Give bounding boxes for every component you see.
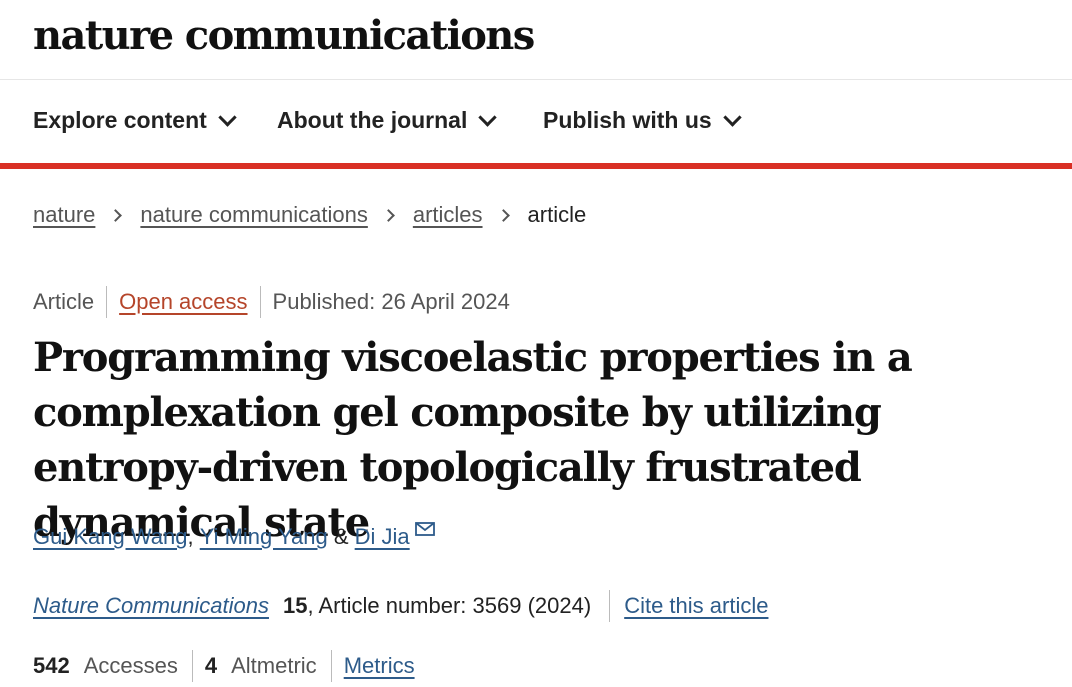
breadcrumb-nature-communications[interactable]: nature communications <box>140 202 367 228</box>
divider <box>330 650 332 682</box>
breadcrumb-nature[interactable]: nature <box>33 202 95 228</box>
journal-citation: Nature Communications 15 , Article numbe… <box>33 590 768 622</box>
divider <box>609 590 611 622</box>
altmetric-count: 4 <box>204 653 218 678</box>
nav-explore-content[interactable]: Explore content <box>33 107 237 134</box>
journal-link[interactable]: Nature Communications <box>33 593 269 619</box>
article-meta: Article Open access Published: 26 April … <box>33 286 510 318</box>
author-link[interactable]: Gui Kang Wang <box>33 524 188 550</box>
article-type: Article <box>33 289 95 314</box>
breadcrumb-current: article <box>527 202 587 227</box>
nav-item-label: About the journal <box>277 107 468 133</box>
nav-item-label: Explore content <box>33 107 207 133</box>
author-separator: , <box>187 524 200 549</box>
cite-article-link[interactable]: Cite this article <box>624 593 768 619</box>
altmetric-label: Altmetric <box>231 653 317 678</box>
mail-icon[interactable] <box>414 522 435 536</box>
chevron-down-icon <box>218 107 237 127</box>
breadcrumb: nature nature communications articles ar… <box>33 202 586 228</box>
divider <box>259 286 261 318</box>
article-number: , Article number: 3569 (2024) <box>307 593 592 618</box>
article-metrics: 542 Accesses 4 Altmetric Metrics <box>33 650 415 682</box>
chevron-right-icon <box>381 208 395 222</box>
author-and: & <box>327 524 355 549</box>
author-link[interactable]: Yi Ming Yang <box>200 524 328 550</box>
open-access-link[interactable]: Open access <box>119 289 247 315</box>
author-link[interactable]: Di Jia <box>355 524 410 550</box>
nav-item-label: Publish with us <box>543 107 712 133</box>
nav-publish-with-us[interactable]: Publish with us <box>543 107 742 134</box>
main-nav: Explore content About the journal Publis… <box>0 81 1072 163</box>
chevron-down-icon <box>478 107 498 127</box>
breadcrumb-articles[interactable]: articles <box>413 202 483 228</box>
metrics-link[interactable]: Metrics <box>344 653 415 679</box>
divider <box>191 650 193 682</box>
author-list: Gui Kang Wang , Yi Ming Yang & Di Jia <box>33 522 435 550</box>
journal-logo[interactable]: nature communications <box>33 6 535 66</box>
nav-about-journal[interactable]: About the journal <box>277 107 498 134</box>
chevron-right-icon <box>109 208 123 222</box>
divider <box>106 286 108 318</box>
volume-number: 15 <box>282 593 308 618</box>
published-date: Published: 26 April 2024 <box>272 289 510 314</box>
accesses-label: Accesses <box>83 653 178 678</box>
chevron-right-icon <box>496 208 510 222</box>
accesses-count: 542 <box>33 653 70 678</box>
article-title: Programming viscoelastic properties in a… <box>33 334 913 546</box>
accent-rule <box>0 163 1072 169</box>
site-header: nature communications <box>0 0 1072 80</box>
chevron-down-icon <box>722 107 742 127</box>
